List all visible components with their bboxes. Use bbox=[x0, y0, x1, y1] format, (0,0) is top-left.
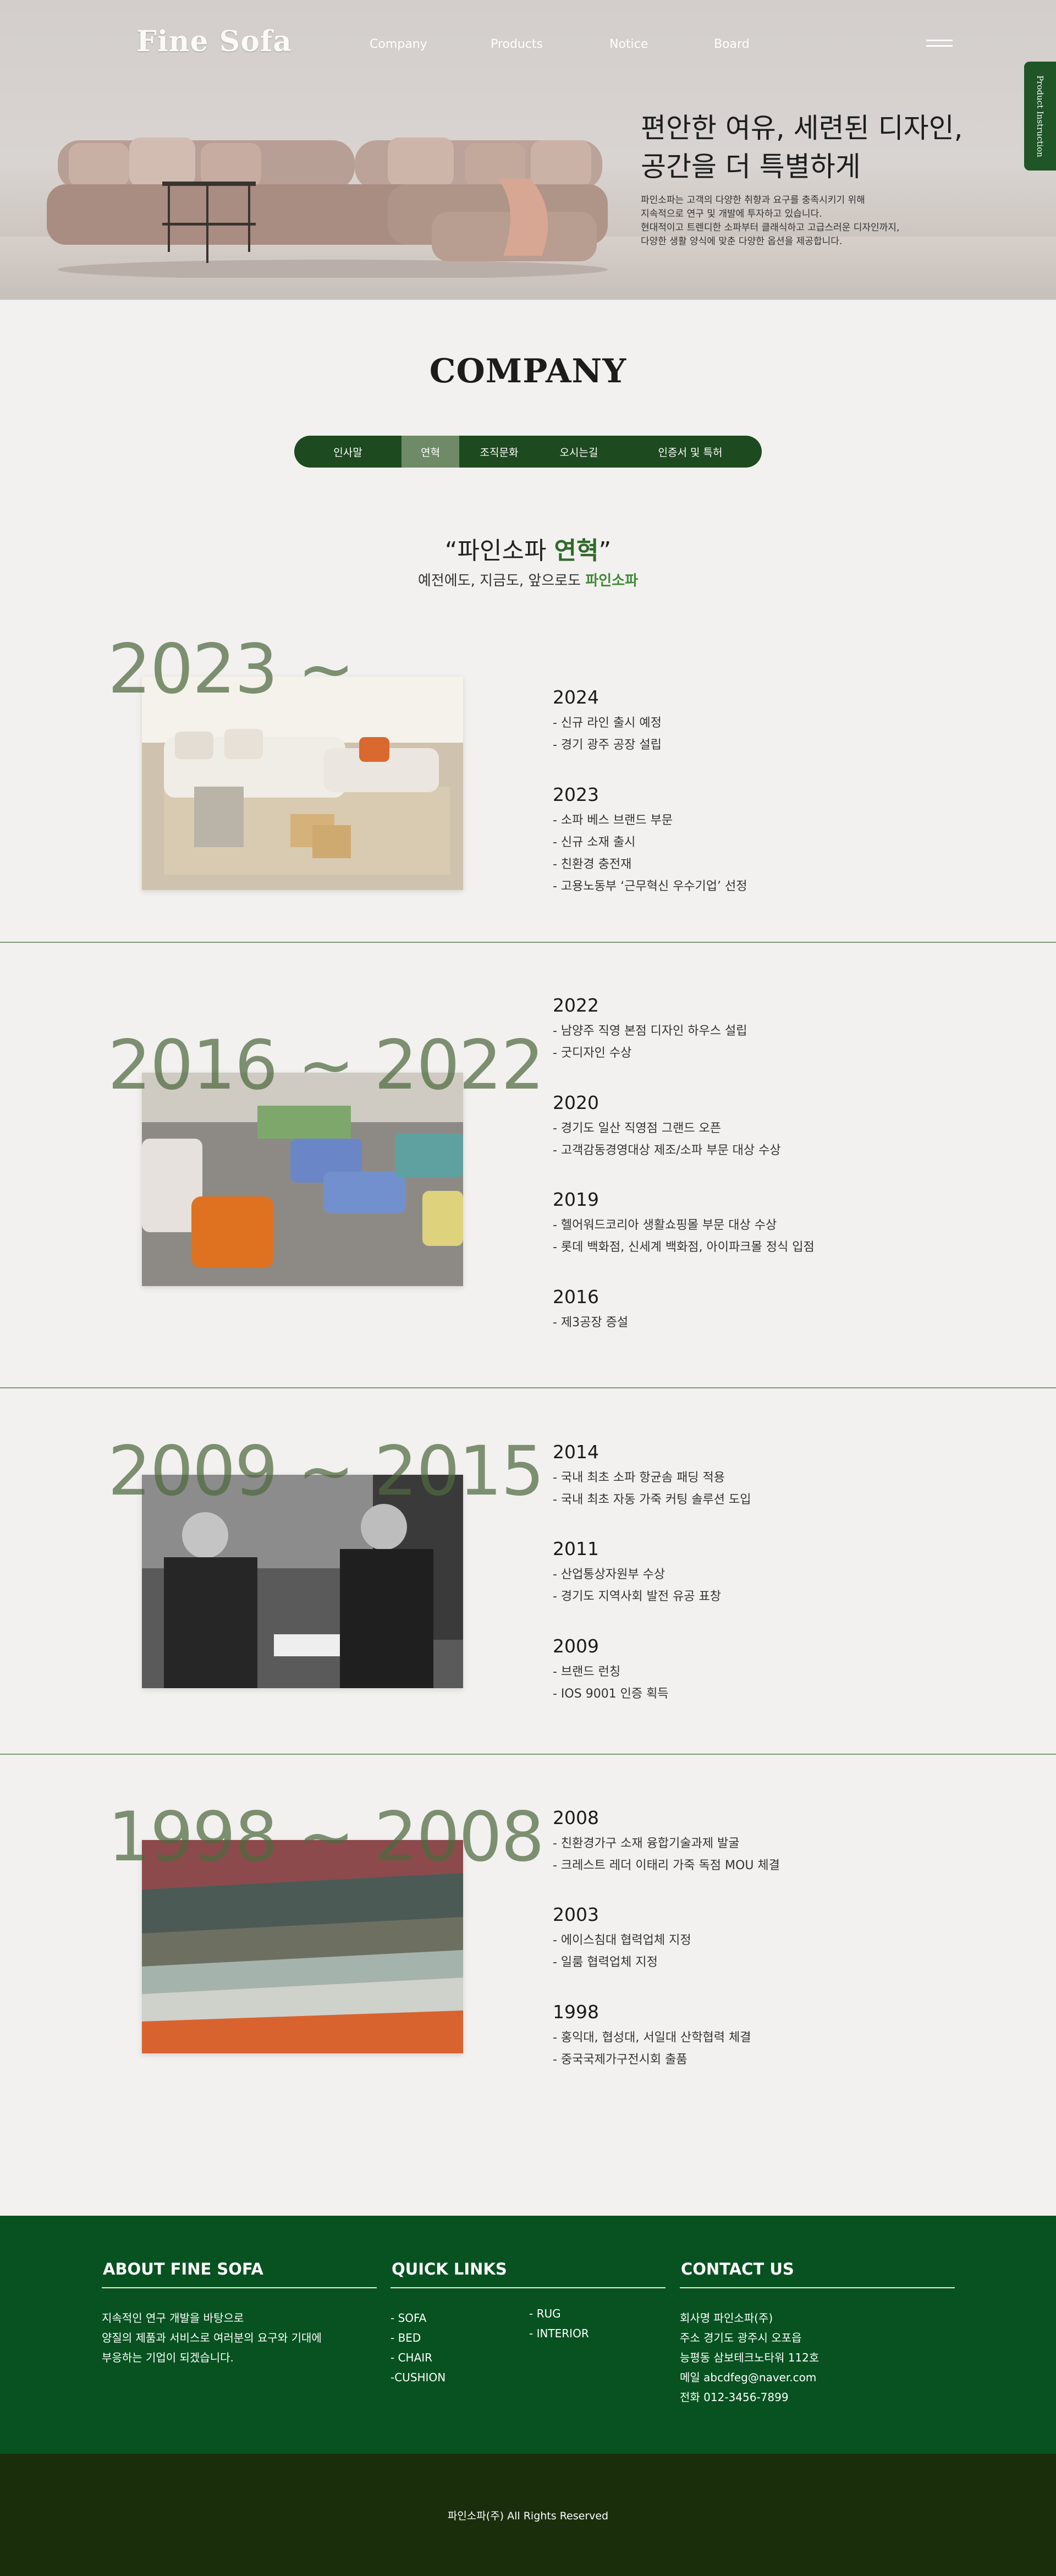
footer-contact-title: CONTACT US bbox=[681, 2260, 794, 2278]
entry-year: 2019 bbox=[553, 1189, 599, 1210]
nav-board[interactable]: Board bbox=[714, 37, 750, 51]
history-entry: 2009 - 브랜드 런칭 - IOS 9001 인증 획득 bbox=[553, 1635, 669, 1701]
copyright-bar: 파인소파(주) All Rights Reserved bbox=[0, 2454, 1056, 2576]
tab-history[interactable]: 연혁 bbox=[402, 436, 459, 468]
footer-divider bbox=[680, 2287, 955, 2288]
history-subtitle: 예전에도, 지금도, 앞으로도 파인소파 bbox=[417, 573, 639, 589]
tab-culture[interactable]: 조직문화 bbox=[459, 436, 539, 468]
section-divider bbox=[0, 1754, 1056, 1755]
footer-link-cushion[interactable]: -CUSHION bbox=[391, 2368, 446, 2387]
footer-divider bbox=[102, 2287, 377, 2288]
nav-products[interactable]: Products bbox=[491, 37, 543, 51]
history-entry: 2014 - 국내 최초 소파 항균솜 패딩 적용 - 국내 최초 자동 가죽 … bbox=[553, 1441, 751, 1507]
entry-year: 2024 bbox=[553, 686, 599, 708]
site-footer: ABOUT FINE SOFA 지속적인 연구 개발을 바탕으로 양질의 제품과… bbox=[0, 2216, 1056, 2454]
footer-link-bed[interactable]: - BED bbox=[391, 2328, 446, 2348]
hero-title: 편안한 여유, 세련된 디자인, 공간을 더 특별하게 bbox=[641, 112, 963, 183]
entry-year: 2020 bbox=[553, 1092, 599, 1113]
nav-notice[interactable]: Notice bbox=[609, 37, 648, 51]
history-entry: 2011 - 산업통상자원부 수상 - 경기도 지역사회 발전 유공 표창 bbox=[553, 1538, 722, 1603]
entry-year: 2014 bbox=[553, 1441, 599, 1463]
entry-year: 2011 bbox=[553, 1538, 599, 1559]
footer-link-rug[interactable]: - RUG bbox=[529, 2304, 589, 2324]
history-title: “파인소파 연혁” bbox=[444, 537, 612, 565]
sofa-hero-image bbox=[47, 138, 608, 278]
footer-link-chair[interactable]: - CHAIR bbox=[391, 2348, 446, 2368]
history-entry: 2016 - 제3공장 증설 bbox=[553, 1286, 629, 1330]
tab-certificates[interactable]: 인증서 및 특허 bbox=[619, 436, 762, 468]
copyright-text: 파인소파(주) All Rights Reserved bbox=[447, 2509, 609, 2522]
footer-links-title: QUICK LINKS bbox=[392, 2260, 507, 2278]
company-title: COMPANY bbox=[429, 352, 627, 391]
era-label: 2016 ~ 2022 bbox=[108, 1026, 544, 1105]
footer-about-title: ABOUT FINE SOFA bbox=[103, 2260, 263, 2278]
entry-year: 1998 bbox=[553, 2001, 599, 2023]
tab-greeting[interactable]: 인사말 bbox=[294, 436, 402, 468]
history-entry: 2003 - 에이스침대 협력업체 지정 - 일룸 협력업체 지정 bbox=[553, 1904, 691, 1969]
history-entry: 2008 - 친환경가구 소재 융합기술과제 발굴 - 크레스트 레더 이태리 … bbox=[553, 1807, 780, 1872]
era-label: 1998 ~ 2008 bbox=[108, 1798, 544, 1877]
hero-description: 파인소파는 고객의 다양한 취향과 요구를 충족시키기 위해 지속적으로 연구 … bbox=[641, 195, 900, 247]
menu-icon[interactable] bbox=[926, 40, 953, 52]
history-entry: 2023 - 소파 베스 브랜드 부문 - 신규 소재 출시 - 친환경 충전재… bbox=[553, 784, 747, 893]
entry-year: 2022 bbox=[553, 995, 599, 1016]
footer-links-col1: - SOFA - BED - CHAIR -CUSHION bbox=[391, 2308, 446, 2387]
history-entry: 2024 - 신규 라인 출시 예정 - 경기 광주 공장 설립 bbox=[553, 686, 662, 752]
footer-divider bbox=[391, 2287, 666, 2288]
section-divider bbox=[0, 1387, 1056, 1388]
era-label: 2023 ~ bbox=[108, 630, 355, 709]
entry-year: 2009 bbox=[553, 1635, 599, 1657]
site-logo[interactable]: Fine Sofa bbox=[136, 25, 292, 58]
history-entry: 2019 - 헬어워드코리아 생활쇼핑몰 부문 대상 수상 - 롯데 백화점, … bbox=[553, 1189, 815, 1254]
footer-link-sofa[interactable]: - SOFA bbox=[391, 2308, 446, 2328]
section-divider bbox=[0, 942, 1056, 943]
hero-banner: Fine Sofa Company Products Notice Board … bbox=[0, 0, 1056, 300]
history-entry: 2022 - 남양주 직영 본점 디자인 하우스 설립 - 굿디자인 수상 bbox=[553, 995, 747, 1060]
tab-location[interactable]: 오시는길 bbox=[539, 436, 619, 468]
footer-links-col2: - RUG - INTERIOR bbox=[529, 2304, 589, 2343]
entry-year: 2003 bbox=[553, 1904, 599, 1925]
history-entry: 2020 - 경기도 일산 직영점 그랜드 오픈 - 고객감동경영대상 제조/소… bbox=[553, 1092, 781, 1157]
entry-year: 2016 bbox=[553, 1286, 599, 1308]
footer-contact-text: 회사명 파인소파(주) 주소 경기도 광주시 오포읍 능평동 삼보테크노타워 1… bbox=[680, 2311, 820, 2404]
nav-company[interactable]: Company bbox=[370, 37, 427, 51]
footer-link-interior[interactable]: - INTERIOR bbox=[529, 2324, 589, 2343]
entry-year: 2008 bbox=[553, 1807, 599, 1828]
era-label: 2009 ~ 2015 bbox=[108, 1432, 544, 1511]
entry-year: 2023 bbox=[553, 784, 599, 805]
company-tab-bar: 인사말 연혁 조직문화 오시는길 인증서 및 특허 bbox=[294, 436, 762, 468]
history-entry: 1998 - 홍익대, 협성대, 서일대 산학협력 체결 - 중국국제가구전시회… bbox=[553, 2001, 751, 2067]
product-instruction-tab[interactable]: Product Instruction bbox=[1024, 62, 1056, 171]
footer-about-text: 지속적인 연구 개발을 바탕으로 양질의 제품과 서비스로 여러분의 요구와 기… bbox=[102, 2311, 322, 2364]
